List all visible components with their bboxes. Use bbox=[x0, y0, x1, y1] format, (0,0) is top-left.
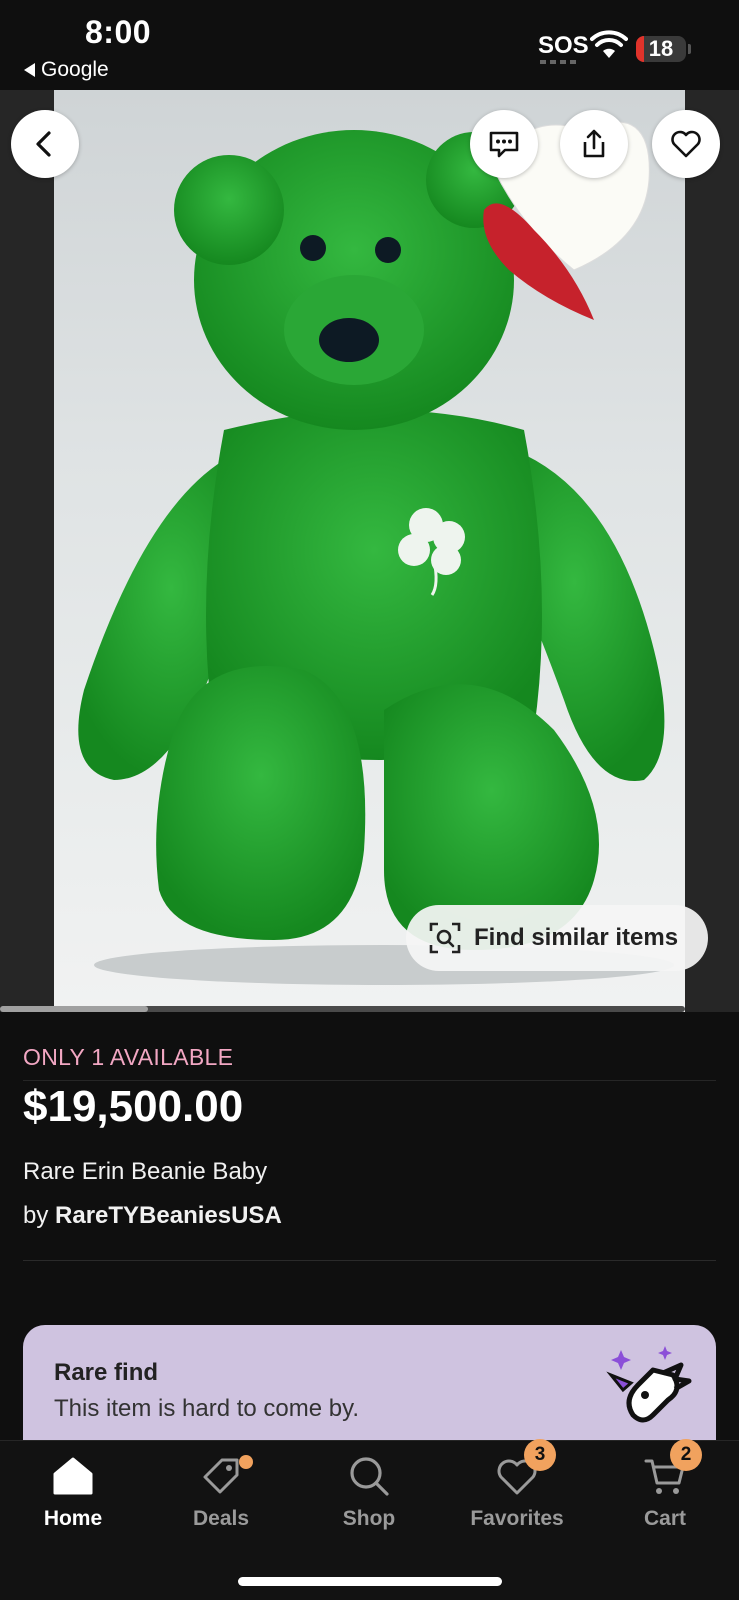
tab-home[interactable]: Home bbox=[13, 1453, 133, 1531]
divider bbox=[23, 1260, 716, 1261]
tab-label: Cart bbox=[643, 1507, 686, 1530]
tab-label: Home bbox=[43, 1507, 103, 1530]
back-to-google-link[interactable]: Google bbox=[24, 58, 109, 82]
tab-deals[interactable]: Deals bbox=[161, 1453, 281, 1531]
rare-find-title: Rare find bbox=[54, 1359, 159, 1386]
tab-label: Shop bbox=[342, 1507, 396, 1530]
status-bar: 8:00 Google SOS 18 bbox=[0, 0, 739, 90]
back-triangle-icon bbox=[24, 63, 35, 77]
cart-count-badge: 2 bbox=[670, 1439, 702, 1471]
price: $19,500.00 bbox=[23, 1082, 244, 1131]
wifi-icon bbox=[590, 30, 628, 58]
visual-search-icon bbox=[429, 922, 461, 954]
favorites-count-badge: 3 bbox=[524, 1439, 556, 1471]
listing-photo bbox=[54, 90, 685, 1012]
share-button[interactable] bbox=[560, 110, 628, 178]
tab-label: Favorites bbox=[470, 1507, 564, 1530]
search-icon bbox=[346, 1453, 392, 1499]
deals-notification-dot bbox=[239, 1455, 253, 1469]
listing-image-carousel[interactable] bbox=[0, 90, 739, 1012]
chevron-left-icon bbox=[36, 131, 51, 157]
message-seller-button[interactable] bbox=[470, 110, 538, 178]
rare-find-text: This item is hard to come by. bbox=[54, 1395, 359, 1422]
divider bbox=[23, 1080, 716, 1081]
home-indicator bbox=[238, 1577, 502, 1586]
availability-label: ONLY 1 AVAILABLE bbox=[23, 1044, 234, 1070]
tab-cart[interactable]: 2 Cart bbox=[605, 1439, 725, 1531]
status-time: 8:00 bbox=[85, 14, 152, 50]
listing-title: Rare Erin Beanie Baby bbox=[23, 1158, 268, 1185]
bottom-tab-bar: Home Deals Shop 3 Favorites 2 Cart bbox=[0, 1439, 739, 1600]
heart-icon: 3 bbox=[494, 1439, 556, 1499]
tab-label: Deals bbox=[192, 1507, 250, 1530]
battery-icon: 18 bbox=[636, 36, 686, 62]
find-similar-items-button[interactable]: Find similar items bbox=[406, 905, 708, 971]
back-button[interactable] bbox=[11, 110, 79, 178]
battery-level: 18 bbox=[648, 36, 674, 61]
by-prefix: by bbox=[23, 1202, 56, 1229]
sos-indicator: SOS bbox=[538, 32, 589, 59]
back-app-label: Google bbox=[41, 58, 109, 81]
favorite-button[interactable] bbox=[652, 110, 720, 178]
tab-favorites[interactable]: 3 Favorites bbox=[457, 1439, 577, 1531]
chat-icon bbox=[489, 131, 519, 158]
find-similar-label: Find similar items bbox=[474, 924, 679, 951]
share-icon bbox=[583, 129, 605, 158]
seller-byline: by RareTYBeaniesUSA bbox=[23, 1202, 282, 1230]
seller-link[interactable]: RareTYBeaniesUSA bbox=[55, 1202, 282, 1229]
home-icon bbox=[50, 1453, 96, 1499]
green-bear-illustration bbox=[78, 121, 674, 985]
tab-shop[interactable]: Shop bbox=[309, 1453, 429, 1531]
cart-icon: 2 bbox=[642, 1439, 702, 1499]
tag-icon bbox=[198, 1453, 253, 1499]
image-scroll-thumb bbox=[0, 1006, 148, 1012]
signal-dots-icon bbox=[540, 60, 578, 64]
unicorn-icon bbox=[606, 1346, 692, 1423]
heart-icon bbox=[671, 130, 701, 158]
